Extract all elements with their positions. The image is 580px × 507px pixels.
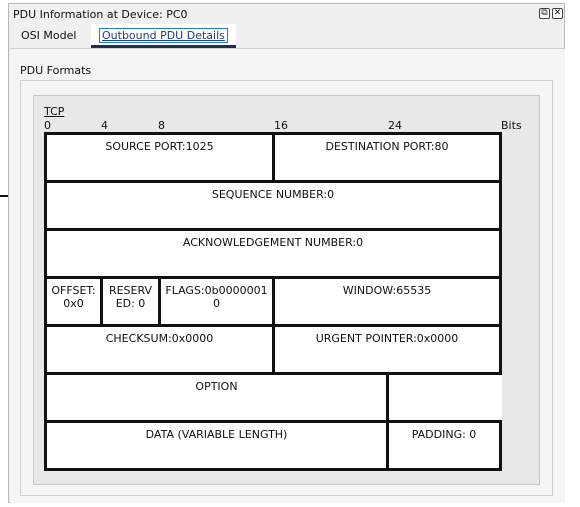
ruler-unit: Bits — [501, 119, 522, 132]
tab-outbound-pdu-details[interactable]: Outbound PDU Details — [91, 24, 236, 48]
field-reserved: RESERV ED: 0 — [100, 276, 161, 327]
ruler-bit-4: 4 — [101, 119, 108, 132]
pdu-formats-group: TCP 0 4 8 16 24 Bits SOURCE PORT:1025 DE… — [20, 80, 553, 496]
pdu-diagram-panel[interactable]: TCP 0 4 8 16 24 Bits SOURCE PORT:1025 DE… — [33, 95, 540, 485]
pdu-formats-label: PDU Formats — [20, 64, 92, 77]
field-ack-number: ACKNOWLEDGEMENT NUMBER:0 — [44, 228, 502, 279]
tab-osi-model[interactable]: OSI Model — [15, 24, 95, 48]
ruler-bit-24: 24 — [388, 119, 402, 132]
protocol-label: TCP — [44, 105, 65, 118]
pdu-info-window: PDU Information at Device: PC0 ⧉ ✕ OSI M… — [8, 3, 565, 503]
field-padding: PADDING: 0 — [386, 420, 502, 471]
background-line — [0, 195, 8, 197]
tab-content: PDU Formats TCP 0 4 8 16 24 Bits SOURCE … — [10, 48, 565, 503]
tab-outbound-pdu-details-label: Outbound PDU Details — [99, 28, 228, 43]
close-icon[interactable]: ✕ — [552, 8, 563, 19]
ruler-bit-8: 8 — [158, 119, 165, 132]
tab-osi-model-label: OSI Model — [21, 29, 77, 42]
tab-bar: OSI Model Outbound PDU Details — [9, 24, 564, 48]
field-urgent-pointer: URGENT POINTER:0x0000 — [272, 324, 502, 375]
field-window: WINDOW:65535 — [272, 276, 502, 327]
title-bar[interactable]: PDU Information at Device: PC0 ⧉ ✕ — [9, 4, 564, 24]
field-data: DATA (VARIABLE LENGTH) — [44, 420, 389, 471]
field-destination-port: DESTINATION PORT:80 — [272, 132, 502, 183]
field-option: OPTION — [44, 372, 389, 423]
ruler-bit-0: 0 — [44, 119, 51, 132]
field-flags: FLAGS:0b0000001 0 — [158, 276, 275, 327]
window-title: PDU Information at Device: PC0 — [13, 8, 188, 21]
field-source-port: SOURCE PORT:1025 — [44, 132, 275, 183]
tcp-header-grid: SOURCE PORT:1025 DESTINATION PORT:80 SEQ… — [44, 132, 502, 474]
field-sequence-number: SEQUENCE NUMBER:0 — [44, 180, 502, 231]
field-option-remainder — [386, 372, 502, 423]
field-offset: OFFSET: 0x0 — [44, 276, 103, 327]
ruler-bit-16: 16 — [274, 119, 288, 132]
float-window-icon[interactable]: ⧉ — [539, 8, 550, 19]
field-checksum: CHECKSUM:0x0000 — [44, 324, 275, 375]
